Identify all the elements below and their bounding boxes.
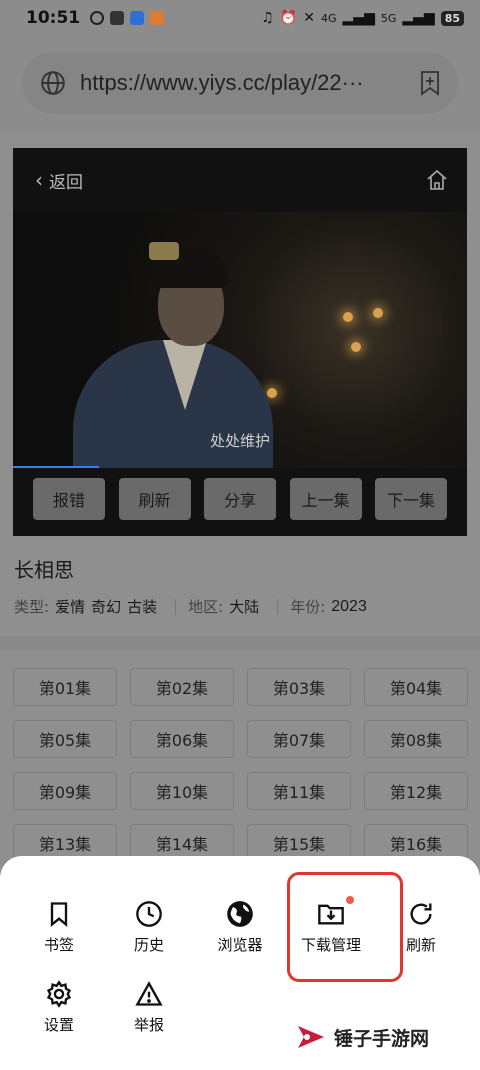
alarm-icon: ⏰ (279, 10, 298, 26)
video-player: ‹ 返回 处处维护 报错 刷新 分享 上一集 下一集 (13, 148, 467, 536)
year-value[interactable]: 2023 (331, 598, 367, 616)
add-bookmark-icon[interactable] (418, 70, 442, 96)
mute-icon: ✕ (303, 10, 315, 26)
network-label-2: 5G (380, 11, 397, 25)
genre-tag[interactable]: 爱情 (55, 596, 85, 617)
status-indicators: ♫ ⏰ ✕ 4G ▂▄▆ 5G ▂▄▆ 85 (261, 10, 464, 26)
genre-tag[interactable]: 古装 (127, 596, 157, 617)
show-meta: 类型: 爱情 奇幻 古装 地区: 大陆 年份: 2023 (14, 596, 367, 617)
url-text[interactable]: https://www.yiys.cc/play/22··· (80, 70, 400, 96)
menu-label: 举报 (133, 1016, 164, 1034)
episode-button[interactable]: 第06集 (130, 720, 234, 758)
watermark-text: 锤子手游网 (334, 1027, 430, 1050)
menu-label: 历史 (133, 936, 164, 954)
lantern-light (267, 388, 277, 398)
status-time: 10:51 (26, 8, 81, 28)
report-error-button[interactable]: 报错 (33, 478, 105, 520)
back-link[interactable]: 返回 (49, 168, 83, 193)
region-value[interactable]: 大陆 (229, 596, 259, 617)
notification-icon (110, 11, 125, 25)
watermark-logo-icon (298, 1026, 324, 1048)
clock-icon (136, 901, 162, 927)
episode-button[interactable]: 第08集 (364, 720, 468, 758)
next-episode-button[interactable]: 下一集 (375, 478, 447, 520)
network-label: 4G (321, 11, 337, 25)
meta-divider (277, 598, 279, 615)
menu-label: 浏览器 (217, 936, 263, 954)
episode-button[interactable]: 第04集 (364, 668, 468, 706)
episode-button[interactable]: 第11集 (247, 772, 351, 810)
episode-button[interactable]: 第10集 (130, 772, 234, 810)
menu-item-settings[interactable]: 设置 (14, 980, 104, 1035)
video-subtitle: 处处维护 (209, 432, 270, 450)
player-header: ‹ 返回 (13, 148, 467, 212)
previous-episode-button[interactable]: 上一集 (289, 478, 362, 520)
region-label: 地区: (188, 598, 224, 616)
episode-button[interactable]: 第02集 (130, 668, 234, 706)
highlight-box (287, 872, 403, 982)
globe-icon (41, 71, 65, 95)
app-notification-icon (150, 11, 165, 25)
lantern-light (373, 308, 383, 318)
refresh-button[interactable]: 刷新 (118, 478, 191, 520)
signal-icon: ▂▄▆ (402, 10, 435, 26)
year-label: 年份: (290, 598, 326, 616)
bookmark-icon (50, 902, 68, 927)
player-controls: 报错 刷新 分享 上一集 下一集 (13, 478, 467, 520)
episode-button[interactable]: 第03集 (247, 668, 351, 706)
episode-button[interactable]: 第09集 (13, 772, 117, 810)
lantern-light (351, 342, 361, 352)
menu-label: 书签 (43, 936, 74, 954)
signal-icon: ▂▄▆ (342, 10, 375, 26)
menu-item-report[interactable]: 举报 (104, 980, 194, 1035)
episode-grid: 第01集 第02集 第03集 第04集第05集 第06集 第07集 第08集第09集 第10集… (13, 668, 468, 862)
meta-divider (175, 598, 177, 615)
site-watermark: 锤子手游网 (294, 1020, 429, 1054)
home-icon[interactable] (425, 168, 449, 192)
playback-progress[interactable] (13, 466, 99, 468)
episode-button[interactable]: 第07集 (247, 720, 351, 758)
menu-label: 设置 (43, 1016, 74, 1034)
type-label: 类型: (14, 598, 50, 616)
episode-button[interactable]: 第05集 (13, 720, 117, 758)
headphones-icon: ♫ (261, 10, 274, 26)
episode-button[interactable]: 第01集 (13, 668, 117, 706)
app-notification-icon (130, 11, 145, 25)
menu-item-history[interactable]: 历史 (104, 900, 194, 955)
share-button[interactable]: 分享 (204, 478, 276, 520)
warning-icon (135, 981, 163, 1006)
episode-button[interactable]: 第12集 (364, 772, 468, 810)
notification-icon (90, 11, 105, 25)
notification-icons (90, 11, 165, 25)
browser-toolbar: https://www.yiys.cc/play/22··· (0, 36, 480, 132)
earth-icon (227, 901, 253, 927)
address-bar[interactable]: https://www.yiys.cc/play/22··· (22, 52, 458, 114)
refresh-icon (410, 903, 432, 925)
status-bar: 10:51 ♫ ⏰ ✕ 4G ▂▄▆ 5G ▂▄▆ 85 (0, 0, 480, 36)
actor-hairpiece (149, 242, 179, 260)
gear-icon (46, 980, 72, 1008)
genre-tag[interactable]: 奇幻 (91, 596, 121, 617)
video-frame[interactable]: 处处维护 (13, 212, 467, 468)
menu-item-bookmarks[interactable]: 书签 (14, 900, 104, 955)
section-divider (0, 636, 480, 650)
battery-indicator: 85 (440, 10, 464, 26)
lantern-light (343, 312, 353, 322)
back-chevron-icon[interactable]: ‹ (35, 168, 43, 192)
menu-label: 刷新 (405, 936, 436, 954)
show-title: 长相思 (14, 558, 74, 582)
menu-item-browser[interactable]: 浏览器 (195, 900, 285, 955)
